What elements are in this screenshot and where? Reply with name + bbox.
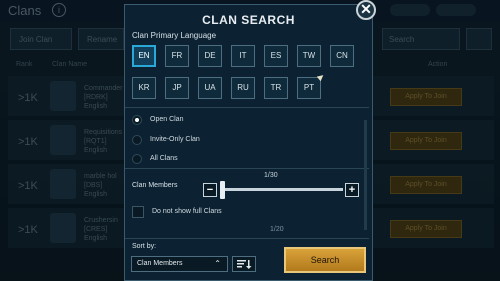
members-decrease-button[interactable]: − — [203, 183, 217, 197]
language-label: Clan Primary Language — [132, 31, 217, 40]
language-option-fr[interactable]: FR — [165, 45, 189, 67]
members-label: Clan Members — [132, 182, 178, 189]
language-option-tw[interactable]: TW — [297, 45, 321, 67]
radio-label: All Clans — [150, 155, 178, 162]
language-option-it[interactable]: IT — [231, 45, 255, 67]
members-slider-thumb[interactable] — [220, 181, 225, 199]
language-option-de[interactable]: DE — [198, 45, 222, 67]
radio-button[interactable] — [132, 135, 142, 145]
search-button[interactable]: Search — [284, 247, 366, 273]
sort-order-button[interactable] — [232, 256, 256, 272]
language-option-kr[interactable]: KR — [132, 77, 156, 99]
close-icon[interactable]: ✕ — [356, 0, 376, 20]
radio-label: Invite-Only Clan — [150, 136, 200, 143]
sort-order-icon — [237, 260, 252, 269]
dialog-title: CLAN SEARCH — [202, 13, 295, 27]
divider — [125, 168, 369, 169]
language-option-cn[interactable]: CN — [330, 45, 354, 67]
language-option-pt[interactable]: PT — [297, 77, 321, 99]
language-option-es[interactable]: ES — [264, 45, 288, 67]
language-option-ua[interactable]: UA — [198, 77, 222, 99]
members-value: 1/30 — [264, 172, 278, 179]
radio-label: Open Clan — [150, 116, 184, 123]
sort-select[interactable]: Clan Members ⌃ — [131, 256, 228, 272]
language-option-tr[interactable]: TR — [264, 77, 288, 99]
language-option-en[interactable]: EN — [132, 45, 156, 67]
radio-button[interactable] — [132, 115, 142, 125]
chevron-up-icon: ⌃ — [214, 259, 221, 268]
members-increase-button[interactable]: + — [345, 183, 359, 197]
level-value: 1/20 — [270, 226, 284, 233]
scrollbar[interactable] — [364, 120, 367, 230]
divider — [125, 107, 369, 108]
radio-button[interactable] — [132, 154, 142, 164]
divider — [125, 238, 369, 239]
sort-value: Clan Members — [137, 260, 183, 267]
language-option-jp[interactable]: JP — [165, 77, 189, 99]
language-option-ru[interactable]: RU — [231, 77, 255, 99]
hide-full-clans-label: Do not show full Clans — [152, 208, 222, 215]
hide-full-clans-checkbox[interactable] — [132, 206, 144, 218]
sort-label: Sort by: — [132, 243, 157, 250]
members-slider-track[interactable] — [221, 188, 343, 191]
